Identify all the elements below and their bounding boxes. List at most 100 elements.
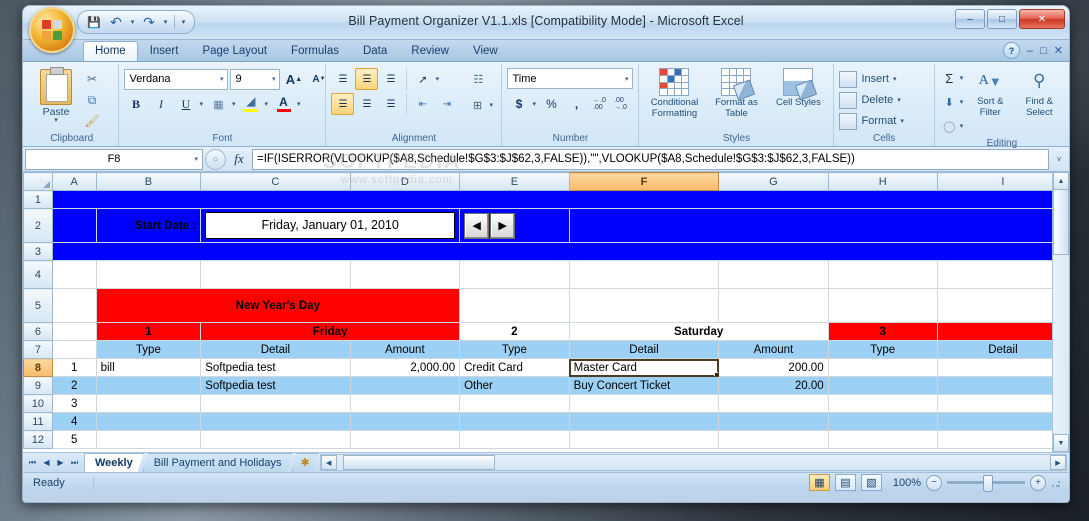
row-header-2[interactable]: 2 (23, 208, 53, 243)
row-header-4[interactable]: 4 (23, 260, 53, 289)
row2-detail-2[interactable]: Buy Concert Ticket (568, 376, 720, 395)
sheet-tab-weekly[interactable]: Weekly (84, 453, 144, 472)
cell-e4[interactable] (459, 260, 570, 289)
column-header-c[interactable]: C (200, 172, 351, 191)
tab-formulas[interactable]: Formulas (279, 41, 351, 61)
row4-index[interactable]: 4 (51, 412, 97, 431)
row5-type-3[interactable] (827, 430, 938, 449)
column-header-e[interactable]: E (459, 172, 570, 191)
zoom-level[interactable]: 100% (887, 477, 921, 489)
cell-a6[interactable] (51, 322, 97, 341)
align-left-icon[interactable]: ☰ (331, 93, 355, 115)
cell-f4[interactable] (568, 260, 720, 289)
scroll-left-button[interactable]: ◀ (320, 455, 337, 470)
row1-index[interactable]: 1 (51, 358, 97, 377)
row-header-12[interactable]: 12 (23, 430, 53, 449)
row1-type-1[interactable]: bill (95, 358, 202, 377)
conditional-formatting-button[interactable]: Conditional Formatting (644, 68, 704, 119)
row-header-6[interactable]: 6 (23, 322, 53, 341)
row-header-1[interactable]: 1 (23, 190, 53, 209)
cell-a2[interactable] (51, 208, 97, 243)
row2-index[interactable]: 2 (51, 376, 97, 395)
row-header-9[interactable]: 9 (23, 376, 53, 395)
zoom-slider-thumb[interactable] (983, 475, 993, 492)
tab-home[interactable]: Home (83, 41, 138, 61)
row5-type-1[interactable] (95, 430, 202, 449)
row5-amount-1[interactable] (349, 430, 461, 449)
row-header-7[interactable]: 7 (23, 340, 53, 359)
row4-amount-1[interactable] (349, 412, 461, 431)
borders-icon[interactable]: ▦ (207, 93, 230, 115)
row2-type-1[interactable] (95, 376, 202, 395)
merge-center-icon[interactable]: ⊞ (465, 94, 489, 116)
normal-view-icon[interactable]: ▦ (809, 474, 830, 491)
bold-icon[interactable]: B (124, 93, 147, 115)
row3-index[interactable]: 3 (51, 394, 97, 413)
fill-color-icon[interactable]: ◢ (240, 93, 263, 115)
tab-insert[interactable]: Insert (138, 41, 191, 61)
cell-g5[interactable] (568, 288, 720, 323)
column-header-g[interactable]: G (718, 172, 829, 191)
row3-type-1[interactable] (95, 394, 202, 413)
date-next-button[interactable]: ▶ (490, 212, 516, 239)
row3-type-3[interactable] (827, 394, 938, 413)
row3-detail-1[interactable] (200, 394, 351, 413)
wrap-text-icon[interactable]: ☷ (464, 68, 492, 90)
delete-cells-button[interactable]: Delete ▾ (839, 90, 902, 110)
increase-decimal-icon[interactable]: ←.0.00 (590, 93, 609, 115)
fill-dropdown-icon[interactable]: ▾ (960, 98, 966, 106)
row3-type-2[interactable] (459, 394, 570, 413)
font-color-dropdown-icon[interactable]: ▾ (297, 100, 303, 108)
row1-type-2[interactable]: Credit Card (459, 358, 570, 377)
minimize-button[interactable]: – (955, 9, 985, 29)
row2-type-2[interactable]: Other (459, 376, 570, 395)
row1-amount-2[interactable]: 200.00 (718, 358, 829, 377)
next-sheet-icon[interactable]: ▶ (54, 456, 67, 470)
formula-input[interactable]: =IF(ISERROR(VLOOKUP($A8,Schedule!$G$3:$J… (252, 148, 1049, 170)
format-dropdown-icon[interactable]: ▾ (900, 117, 906, 125)
row2-detail-1[interactable]: Softpedia test (200, 376, 351, 395)
row4-amount-2[interactable] (718, 412, 829, 431)
align-top-icon[interactable]: ☰ (331, 68, 354, 90)
tab-data[interactable]: Data (351, 41, 399, 61)
name-box[interactable]: F8 ▾ (25, 148, 203, 170)
row4-type-1[interactable] (95, 412, 202, 431)
tab-page-layout[interactable]: Page Layout (190, 41, 279, 61)
font-color-icon[interactable]: A (272, 93, 295, 115)
tab-review[interactable]: Review (399, 41, 461, 61)
resize-grip[interactable] (1051, 477, 1061, 488)
accounting-format-icon[interactable]: $ (507, 93, 530, 115)
horizontal-scroll-thumb[interactable] (342, 455, 495, 470)
start-date-value[interactable]: Friday, January 01, 2010 (205, 212, 456, 239)
cell-a5[interactable] (51, 288, 97, 323)
row5-index[interactable]: 5 (51, 430, 97, 449)
fill-color-dropdown-icon[interactable]: ▾ (265, 100, 271, 108)
page-layout-view-icon[interactable]: ▤ (835, 474, 856, 491)
clear-icon[interactable]: ◯ (940, 115, 959, 137)
align-center-icon[interactable]: ☰ (355, 93, 378, 115)
format-painter-icon[interactable]: 🖌 (82, 112, 102, 130)
orientation-dropdown-icon[interactable]: ▾ (435, 75, 441, 83)
row1-amount-1[interactable]: 2,000.00 (349, 358, 461, 377)
tab-view[interactable]: View (461, 41, 510, 61)
row4-type-2[interactable] (459, 412, 570, 431)
restore-window-icon[interactable]: □ (1040, 45, 1047, 57)
sheet-tab-bill-payment-and-holidays[interactable]: Bill Payment and Holidays (143, 453, 293, 472)
font-name-dropdown-icon[interactable]: ▾ (218, 75, 226, 83)
autosum-icon[interactable]: Σ (940, 67, 959, 89)
cell-h5[interactable] (718, 288, 829, 323)
borders-dropdown-icon[interactable]: ▾ (232, 100, 238, 108)
close-button[interactable]: ✕ (1019, 9, 1065, 29)
fill-icon[interactable]: ⬇ (940, 91, 959, 113)
font-size-combo[interactable]: 9 ▾ (230, 68, 281, 90)
paste-dropdown-icon[interactable]: ▾ (54, 117, 58, 124)
select-all-corner[interactable] (23, 172, 53, 191)
column-header-i[interactable]: I (936, 172, 1069, 191)
cell-i4[interactable] (936, 260, 1069, 289)
row5-detail-2[interactable] (568, 430, 720, 449)
align-middle-icon[interactable]: ☰ (355, 68, 379, 90)
align-right-icon[interactable]: ☰ (379, 93, 402, 115)
merge-center-dropdown-icon[interactable]: ▾ (489, 101, 495, 109)
row5-detail-3[interactable] (936, 430, 1069, 449)
font-name-combo[interactable]: Verdana ▾ (124, 68, 229, 90)
